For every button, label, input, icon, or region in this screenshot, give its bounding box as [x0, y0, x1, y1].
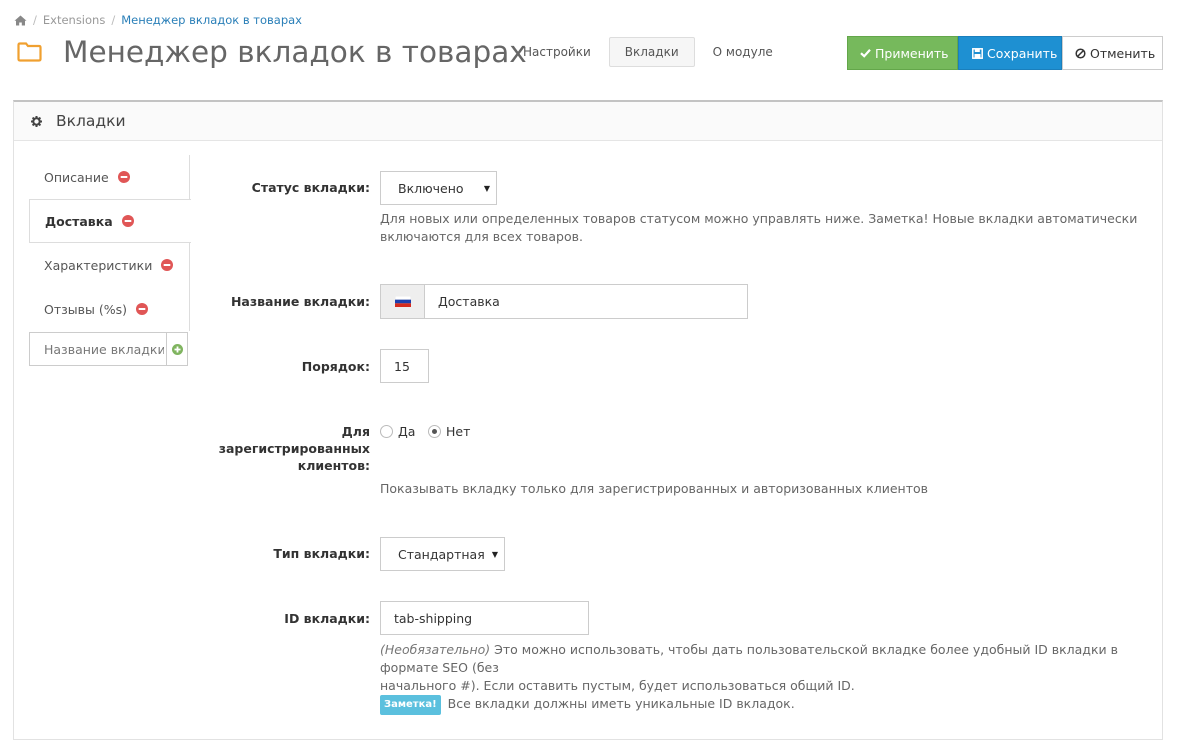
radio-yes-label: Да: [398, 424, 416, 439]
breadcrumb-separator: /: [111, 13, 116, 27]
radio-no-label: Нет: [446, 424, 471, 439]
breadcrumb: / Extensions / Менеджер вкладок в товара…: [14, 13, 302, 27]
remove-tab-icon[interactable]: [136, 303, 148, 315]
optional-note: (Необязательно): [380, 642, 491, 657]
sidebar-item-label: Характеристики: [44, 257, 153, 273]
tab-name-group: Доставка: [380, 284, 748, 319]
registered-help: Показывать вкладку только для зарегистри…: [380, 481, 929, 496]
radio-no-circle[interactable]: [428, 425, 441, 438]
new-tab-name-input[interactable]: [30, 333, 166, 365]
note-text: Все вкладки должны иметь уникальные ID в…: [443, 696, 795, 711]
sidebar-item-description[interactable]: Описание: [29, 155, 190, 199]
breadcrumb-extensions[interactable]: Extensions: [43, 13, 105, 27]
radio-yes-circle[interactable]: [380, 425, 393, 438]
tab-type-label: Тип вкладки:: [273, 546, 370, 561]
apply-label: Применить: [875, 45, 949, 61]
header-nav: Настройки Вкладки О модуле: [512, 37, 791, 67]
order-label: Порядок:: [301, 359, 370, 374]
caret-down-icon: ▼: [491, 550, 498, 559]
add-tab-group: [29, 332, 188, 366]
caret-down-icon: ▼: [483, 184, 490, 193]
tab-id-help-text: начального #). Если оставить пустым, буд…: [380, 678, 855, 693]
breadcrumb-current[interactable]: Менеджер вкладок в товарах: [121, 13, 302, 27]
status-select[interactable]: Включено ▼: [380, 171, 497, 205]
remove-tab-icon[interactable]: [121, 215, 134, 227]
sidebar-item-attributes[interactable]: Характеристики: [29, 243, 190, 287]
order-input[interactable]: 15: [380, 349, 429, 383]
tab-id-input[interactable]: tab-shipping: [380, 601, 589, 635]
status-select-value: Включено: [398, 180, 464, 196]
radio-no[interactable]: Нет: [428, 424, 470, 439]
remove-tab-icon[interactable]: [117, 171, 130, 183]
breadcrumb-separator: /: [33, 13, 37, 27]
save-icon: [972, 47, 983, 59]
tab-about[interactable]: О модуле: [702, 37, 784, 67]
radio-yes[interactable]: Да: [380, 424, 415, 439]
tab-tabs[interactable]: Вкладки: [608, 37, 695, 67]
tab-id-help-text: Это можно использовать, чтобы дать польз…: [380, 642, 1118, 675]
tab-type-select-value: Стандартная: [398, 546, 485, 562]
registered-label-line: клиентов:: [297, 458, 370, 473]
registered-label-line: Для: [341, 424, 370, 439]
plus-circle-icon: [171, 343, 183, 355]
sidebar-item-label: Отзывы (%s): [44, 301, 127, 317]
save-button[interactable]: Сохранить: [958, 36, 1062, 70]
sidebar-item-label: Описание: [44, 169, 109, 185]
sidebar-item-label: Доставка: [45, 213, 113, 229]
tab-name-input[interactable]: Доставка: [425, 285, 500, 318]
tabs-sidebar: Описание Доставка Характеристики Отзывы …: [29, 155, 191, 331]
apply-button[interactable]: Применить: [847, 36, 958, 70]
cancel-label: Отменить: [1090, 45, 1156, 61]
tab-settings[interactable]: Настройки: [512, 37, 602, 67]
registered-label: Для зарегистрированных клиентов:: [219, 423, 370, 474]
cancel-button[interactable]: Отменить: [1062, 36, 1163, 70]
add-tab-button[interactable]: [166, 333, 187, 365]
tab-id-help: (Необязательно) Это можно использовать, …: [380, 641, 1150, 715]
registered-label-line: зарегистрированных: [218, 441, 370, 456]
ban-icon: [1075, 47, 1086, 59]
note-badge: Заметка!: [380, 695, 441, 715]
sidebar-item-shipping[interactable]: Доставка: [29, 199, 191, 243]
panel-heading: Вкладки: [14, 102, 1162, 141]
check-icon: [860, 48, 871, 58]
tab-id-label: ID вкладки:: [284, 611, 370, 626]
sidebar-item-reviews[interactable]: Отзывы (%s): [29, 287, 190, 331]
tab-type-select[interactable]: Стандартная ▼: [380, 537, 505, 571]
folder-icon: [17, 42, 42, 66]
page-title: Менеджер вкладок в товарах: [63, 35, 527, 69]
ru-flag-icon: [381, 285, 425, 318]
status-help: Для новых или определенных товаров стату…: [380, 211, 1138, 244]
home-icon[interactable]: [14, 15, 27, 26]
remove-tab-icon[interactable]: [161, 259, 174, 271]
tab-name-label: Название вкладки:: [230, 294, 370, 309]
action-buttons: Применить Сохранить Отменить: [847, 36, 1163, 70]
status-label: Статус вкладки:: [251, 180, 370, 195]
panel-title: Вкладки: [56, 112, 126, 130]
save-label: Сохранить: [987, 45, 1058, 61]
gear-icon: [31, 115, 42, 127]
